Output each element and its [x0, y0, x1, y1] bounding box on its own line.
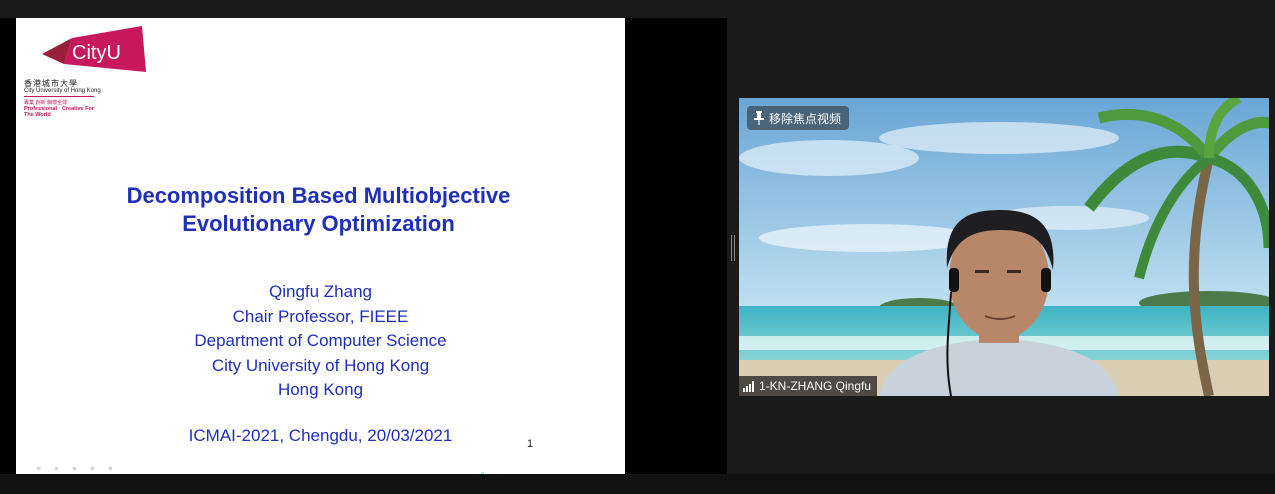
- author-name: Qingfu Zhang: [268, 282, 372, 301]
- logo-tagline-cn: 專業 創新 胸懷全球: [24, 100, 68, 106]
- cityu-logo: CityU 香港城市大學 City University of Hong Kon…: [24, 24, 154, 124]
- unpin-video-label: 移除焦点视频: [769, 111, 842, 126]
- cityu-logo-mark: CityU: [42, 26, 146, 72]
- video-feed: [739, 98, 1269, 396]
- slide-title: Decomposition Based Multiobjective Evolu…: [16, 182, 621, 238]
- author-university: City University of Hong Kong: [211, 355, 430, 375]
- slide-title-line-1: Decomposition Based Multiobjective: [126, 183, 511, 208]
- logo-divider: [24, 96, 94, 97]
- logo-wordmark: CityU: [72, 42, 121, 64]
- author-department: Department of Computer Science: [194, 331, 447, 350]
- slide-page-number: 1: [527, 438, 534, 450]
- screen-share-area: CityU 香港城市大學 City University of Hong Kon…: [0, 18, 727, 474]
- speaker-video-tile[interactable]: 移除焦点视频 1-KN-ZHANG Qingfu: [739, 98, 1269, 396]
- author-block: Qingfu Zhang Chair Professor, FIEEE Depa…: [16, 280, 625, 403]
- author-location: Hong Kong: [277, 380, 364, 399]
- logo-name-en: City University of Hong Kong: [24, 88, 101, 94]
- pin-icon: [754, 111, 764, 125]
- logo-tagline-en: Professional · Creative For The World: [24, 106, 94, 118]
- participant-name-tag: 1-KN-ZHANG Qingfu: [739, 376, 878, 396]
- meeting-bottom-bar: [0, 474, 1275, 494]
- connection-signal-icon: [743, 380, 754, 392]
- presentation-slide: CityU 香港城市大學 City University of Hong Kon…: [16, 18, 625, 474]
- resize-handle[interactable]: [731, 235, 735, 261]
- slide-nav-controls[interactable]: ● ● ● ● ●: [36, 463, 118, 473]
- author-position: Chair Professor, FIEEE: [232, 306, 409, 326]
- participant-name: 1-KN-ZHANG Qingfu: [759, 379, 872, 393]
- unpin-video-button[interactable]: 移除焦点视频: [747, 106, 850, 130]
- slide-title-line-2: Evolutionary Optimization: [182, 211, 455, 236]
- conference-line: ICMAI-2021, Chengdu, 20/03/2021: [188, 426, 453, 445]
